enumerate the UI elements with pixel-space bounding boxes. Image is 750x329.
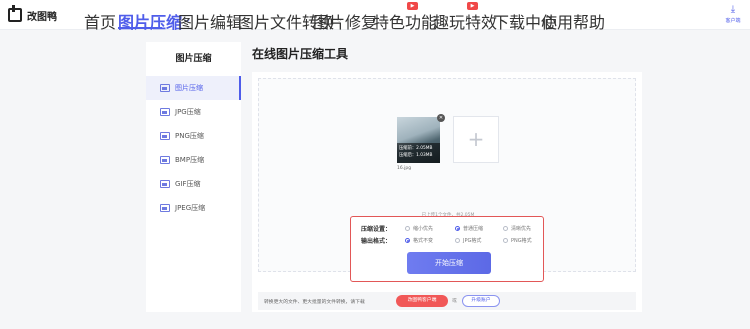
radio-jpg-format[interactable]: JPG格式 [455, 237, 481, 244]
compression-settings-panel: 压缩设置： 缩小优先 普通压缩 清晰优先 输出格式： 格式不变 JPG格式 PN… [350, 216, 544, 282]
logo[interactable]: 改图鸭 [8, 5, 57, 23]
logo-icon [8, 5, 22, 22]
radio-normal-compress[interactable]: 普通压缩 [455, 225, 483, 232]
or-text: 或 [452, 299, 457, 304]
sidebar-title: 图片压缩 [175, 54, 212, 64]
option-label: 缩小优先 [413, 226, 434, 232]
nav-item-help[interactable]: 使用帮助 [541, 9, 605, 33]
sidebar-item-label: JPG压缩 [175, 108, 201, 116]
compress-setting-label: 压缩设置： [361, 225, 392, 233]
nav-label: 首页 [84, 13, 117, 32]
nav-label: 图片修复 [313, 13, 378, 32]
start-compress-button[interactable]: 开始压缩 [407, 252, 491, 274]
download-icon: ⤓ [730, 4, 736, 15]
image-icon [160, 180, 170, 188]
add-file-button[interactable]: + [453, 116, 499, 163]
option-label: JPG格式 [463, 238, 482, 244]
file-name: 16.jpg [397, 166, 412, 171]
active-tab-indicator [118, 27, 162, 29]
hot-badge-icon: ▶ [407, 2, 418, 10]
output-format-label: 输出格式： [361, 237, 392, 245]
sidebar-item-label: JPEG压缩 [175, 204, 206, 212]
nav-label: 图片压缩 [118, 13, 183, 32]
nav-label: 图片编辑 [178, 13, 243, 32]
radio-selected-icon [405, 238, 410, 243]
client-download-button[interactable]: ⤓ 客户端 [720, 4, 746, 25]
sidebar-item-label: BMP压缩 [175, 156, 205, 164]
nav-label: 特色功能 [373, 13, 438, 32]
sidebar-item-image-compress[interactable]: 图片压缩 [146, 76, 241, 100]
radio-smallest-first[interactable]: 缩小优先 [405, 225, 433, 232]
hot-badge-icon: ▶ [467, 2, 478, 10]
radio-selected-icon [455, 226, 460, 231]
radio-keep-format[interactable]: 格式不变 [405, 237, 433, 244]
option-label: 格式不变 [413, 238, 434, 244]
brand-name: 改图鸭 [27, 11, 57, 23]
image-thumbnail[interactable]: 压缩前：2.05MB 压缩后：1.03MB [397, 117, 440, 163]
image-icon [160, 84, 170, 92]
compress-setting-row: 压缩设置： [361, 224, 397, 233]
option-label: 清晰优先 [511, 226, 532, 232]
sidebar: 图片压缩 图片压缩 JPG压缩 PNG压缩 BMP压缩 GIF压缩 JPEG压缩 [146, 42, 241, 312]
sidebar-item-png-compress[interactable]: PNG压缩 [146, 124, 241, 148]
radio-icon [503, 238, 508, 243]
sidebar-item-bmp-compress[interactable]: BMP压缩 [146, 148, 241, 172]
image-icon [160, 132, 170, 140]
sidebar-item-label: 图片压缩 [175, 84, 203, 92]
remove-file-icon[interactable]: ✕ [437, 114, 445, 122]
option-label: PNG格式 [511, 238, 532, 244]
main-panel: 压缩前：2.05MB 压缩后：1.03MB ✕ 16.jpg + 已上传1个文件… [252, 72, 642, 312]
sidebar-item-jpeg-compress[interactable]: JPEG压缩 [146, 196, 241, 220]
radio-clarity-first[interactable]: 清晰优先 [503, 225, 531, 232]
size-before: 压缩前：2.05MB [399, 146, 433, 151]
client-download-link[interactable]: 改图鸭客户端 [396, 295, 448, 307]
radio-icon [405, 226, 410, 231]
sidebar-item-gif-compress[interactable]: GIF压缩 [146, 172, 241, 196]
nav-label: 趣玩特效 [433, 13, 498, 32]
nav-item-home[interactable]: 首页 [84, 9, 116, 33]
sidebar-item-label: PNG压缩 [175, 132, 204, 140]
size-after: 压缩后：1.03MB [399, 153, 433, 158]
option-label: 普通压缩 [463, 226, 484, 232]
upgrade-account-button[interactable]: 升级账户 [462, 295, 500, 307]
radio-icon [455, 238, 460, 243]
image-icon [160, 108, 170, 116]
sidebar-item-jpg-compress[interactable]: JPG压缩 [146, 100, 241, 124]
top-navigation-bar: 改图鸭 首页 图片压缩 ⌵ 图片编辑 ⌵ 图片文件转换 ⌵ 图片修复 ⌵ 特色功能 ⌵ ▶ … [0, 0, 750, 33]
output-format-row: 输出格式： [361, 236, 397, 245]
nav-label: 使用帮助 [541, 13, 606, 32]
download-promo-bar: 转换更大的文件、更大批量的文件转换，请下载 改图鸭客户端 或 升级账户 [258, 292, 636, 310]
radio-png-format[interactable]: PNG格式 [503, 237, 532, 244]
radio-icon [503, 226, 508, 231]
thumbnail-size-info: 压缩前：2.05MB 压缩后：1.03MB [397, 143, 440, 163]
promo-text: 转换更大的文件、更大批量的文件转换，请下载 [264, 299, 365, 305]
image-icon [160, 156, 170, 164]
image-icon [160, 204, 170, 212]
client-label: 客户端 [725, 18, 741, 24]
page-title: 在线图片压缩工具 [252, 47, 349, 61]
sidebar-item-label: GIF压缩 [175, 180, 201, 188]
